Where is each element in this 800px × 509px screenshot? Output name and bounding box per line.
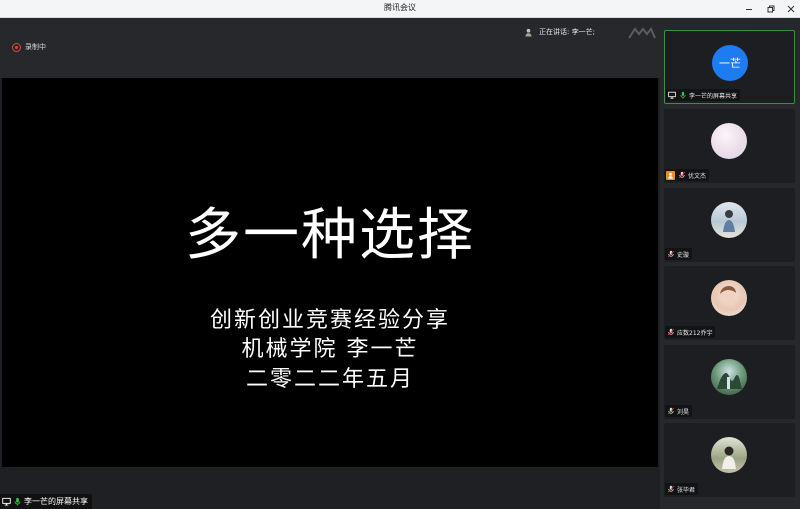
participant-tile[interactable]: 张毕君 — [664, 423, 795, 497]
participant-name-tag: 张毕君 — [665, 483, 699, 495]
slide-subtitle-line: 二零二二年五月 — [245, 367, 414, 392]
participant-name: 应数212乔宇 — [677, 329, 713, 337]
window-title: 腾讯会议 — [384, 3, 416, 12]
participant-name-tag: 刘昊 — [665, 405, 693, 417]
screen-share-label: 李一芒的屏幕共享 — [24, 497, 88, 506]
landscape-photo-icon — [717, 373, 742, 389]
host-icon — [666, 170, 675, 180]
avatar: 一芒 — [712, 45, 748, 81]
participant-name: 李一芒的屏幕共享 — [689, 92, 738, 100]
slide-title: 多一种选择 — [185, 203, 475, 268]
participant-name: 史璇 — [677, 251, 690, 259]
speaking-indicator: 正在讲话: 李一芒; — [524, 24, 595, 40]
avatar-initials: 一芒 — [719, 57, 741, 70]
avatar — [711, 280, 747, 316]
close-icon[interactable] — [784, 2, 798, 16]
screen-share-icon — [667, 91, 676, 100]
speaking-label: 正在讲话: 李一芒; — [539, 28, 595, 36]
participant-tile[interactable]: 优文杰 — [664, 109, 795, 183]
screen-share-icon — [2, 497, 11, 506]
participant-name-tag: 应数212乔宇 — [665, 326, 716, 338]
tencent-meeting-logo-icon — [628, 27, 656, 39]
restore-icon[interactable] — [764, 2, 778, 16]
microphone-muted-icon — [666, 407, 675, 416]
person-photo-icon — [720, 286, 736, 303]
person-photo-icon — [722, 446, 736, 469]
microphone-muted-icon — [666, 250, 675, 259]
speaker-avatar-icon — [524, 28, 533, 37]
record-icon — [12, 42, 21, 52]
avatar — [711, 123, 747, 159]
participant-name-tag: 史璇 — [665, 248, 693, 260]
avatar — [711, 202, 747, 238]
microphone-muted-icon — [666, 485, 675, 494]
participant-name-tag: 李一芒的屏幕共享 — [666, 89, 741, 101]
main-stage: 录制中 正在讲话: 李一芒; 多一种选择 创新创业竞赛经验分享 机械学院 李一芒… — [0, 18, 660, 509]
participant-name: 优文杰 — [688, 172, 707, 180]
microphone-icon — [13, 497, 22, 506]
participant-tile[interactable]: 史璇 — [664, 188, 795, 262]
minimize-icon[interactable] — [742, 2, 756, 16]
microphone-muted-icon — [666, 328, 675, 337]
participant-name-tag: 优文杰 — [665, 169, 710, 181]
slide-subtitle-line: 机械学院 李一芒 — [241, 337, 419, 362]
avatar — [711, 359, 747, 395]
participant-tile[interactable]: 一芒 李一芒的屏幕共享 — [664, 30, 795, 104]
recording-label: 录制中 — [25, 43, 46, 51]
recording-indicator[interactable]: 录制中 — [8, 39, 50, 55]
participant-tile[interactable]: 应数212乔宇 — [664, 266, 795, 340]
participant-name: 刘昊 — [677, 408, 690, 416]
microphone-icon — [678, 91, 687, 100]
participant-name: 张毕君 — [677, 486, 696, 494]
meeting-window: 腾讯会议 录制中 正在讲话: 李一芒; 多一种选择 创新创业竞赛经验分享 机械学… — [0, 0, 800, 509]
title-bar: 腾讯会议 — [0, 0, 800, 18]
participant-tile[interactable]: 刘昊 — [664, 345, 795, 419]
participant-panel: 一芒 李一芒的屏幕共享 优文杰 史璇 应数212乔宇 刘昊 张毕君 — [660, 18, 800, 509]
slide-subtitle-line: 创新创业竞赛经验分享 — [209, 308, 450, 333]
avatar — [711, 437, 747, 473]
person-photo-icon — [723, 210, 735, 232]
shared-screen-slide: 多一种选择 创新创业竞赛经验分享 机械学院 李一芒 二零二二年五月 — [2, 78, 658, 467]
microphone-muted-icon — [677, 171, 686, 180]
stage-topbar: 录制中 正在讲话: 李一芒; — [0, 18, 660, 78]
screen-share-tag: 李一芒的屏幕共享 — [0, 494, 92, 509]
